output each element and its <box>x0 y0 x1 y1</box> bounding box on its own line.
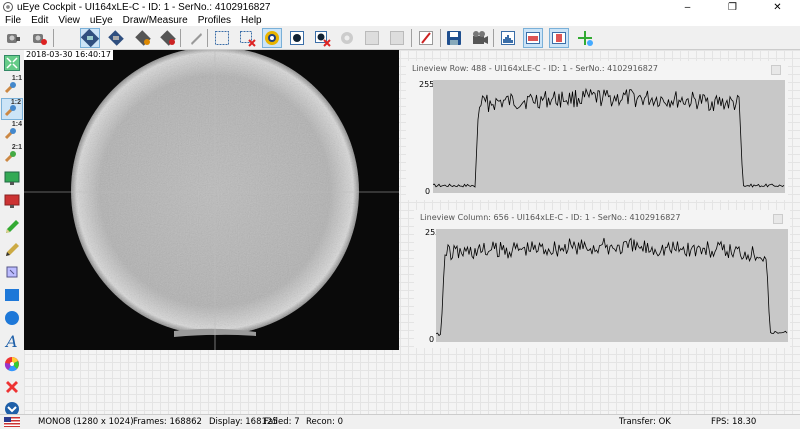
lineview-row-title: Lineview Row: 488 - UI164xLE-C - ID: 1 -… <box>412 64 659 73</box>
close-camera-icon[interactable] <box>29 28 49 48</box>
lineview-column-title: Lineview Column: 656 - UI164xLE-C - ID: … <box>420 213 681 222</box>
lineview-column-ymin: 0 <box>429 335 435 344</box>
display-red-icon[interactable] <box>1 190 23 212</box>
aoi-icon[interactable] <box>212 28 232 48</box>
zoom-2-1-label: 2:1 <box>11 144 22 151</box>
toolbar-separator <box>207 29 208 47</box>
menu-profiles[interactable]: Profiles <box>193 15 236 26</box>
settings-disabled-icon[interactable] <box>337 28 357 48</box>
lineview-column-close-button[interactable] <box>773 214 783 224</box>
status-bar: MONO8 (1280 x 1024) Frames: 168862 Displ… <box>0 414 800 429</box>
lineview-row-ymax: 255 <box>419 80 435 89</box>
status-failed: Failed: 7 <box>264 417 300 427</box>
zoom-1-4-button[interactable]: 1:4 <box>1 121 23 143</box>
snap-icon[interactable] <box>133 28 153 48</box>
pencil-icon[interactable] <box>1 238 23 260</box>
draw-toolbar: 1:1 1:2 1:4 2:1 A <box>0 50 24 416</box>
toolbar-separator <box>53 29 54 47</box>
menu-view[interactable]: View <box>53 15 85 26</box>
lineview-row-ymin: 0 <box>425 187 431 196</box>
zoom-2-1-button[interactable]: 2:1 <box>1 144 23 166</box>
menu-help[interactable]: Help <box>236 15 267 26</box>
record-icon[interactable] <box>158 28 178 48</box>
close-button[interactable]: ✕ <box>755 0 800 14</box>
menu-edit[interactable]: Edit <box>26 15 53 26</box>
grid-disabled-icon[interactable] <box>362 28 382 48</box>
ellipse-icon[interactable] <box>1 307 23 329</box>
zoom-1-4-label: 1:4 <box>11 121 22 128</box>
app-icon <box>3 2 13 12</box>
display-icon[interactable] <box>1 167 23 189</box>
pen-icon[interactable] <box>1 215 23 237</box>
freeze-icon[interactable] <box>106 28 126 48</box>
text-icon[interactable]: A <box>1 330 23 352</box>
maximize-button[interactable]: ❐ <box>710 0 755 14</box>
menu-file[interactable]: File <box>0 15 26 26</box>
edit-icon[interactable] <box>416 28 436 48</box>
add-icon[interactable] <box>575 28 595 48</box>
lineview-column-trace <box>435 237 788 337</box>
toolbar-separator <box>180 29 181 47</box>
status-frames: Frames: 168862 <box>133 417 202 427</box>
zoom-1-2-label: 1:2 <box>10 99 21 106</box>
toolbar-separator <box>493 29 494 47</box>
rectangle-icon[interactable] <box>1 284 23 306</box>
window-title: uEye Cockpit - UI164xLE-C - ID: 1 - SerN… <box>17 1 271 13</box>
menu-draw-measure[interactable]: Draw/Measure <box>118 15 193 26</box>
lineview-column-plot <box>435 229 788 342</box>
live-icon[interactable] <box>80 28 100 48</box>
eraser-icon[interactable] <box>1 261 23 283</box>
lineview-row-trace <box>432 87 785 188</box>
toolbar-separator <box>411 29 412 47</box>
toolbar <box>0 26 800 50</box>
lineview-row-close-button[interactable] <box>771 65 781 75</box>
menu-bar: File Edit View uEye Draw/Measure Profile… <box>0 14 800 26</box>
hotpixel-icon[interactable] <box>287 28 307 48</box>
overlay-disabled-icon[interactable] <box>387 28 407 48</box>
camera-image-view[interactable]: 2018-03-30 16:40:17 <box>24 50 399 350</box>
color-picker-icon[interactable] <box>1 353 23 375</box>
lineview-column-panel: Lineview Column: 656 - UI164xLE-C - ID: … <box>414 210 790 348</box>
open-camera-icon[interactable] <box>3 28 23 48</box>
status-transfer: Transfer: OK <box>619 417 671 427</box>
zoom-1-1-button[interactable]: 1:1 <box>1 75 23 97</box>
video-icon[interactable] <box>470 28 490 48</box>
zoom-1-1-label: 1:1 <box>11 75 22 82</box>
delete-drawing-icon[interactable] <box>1 376 23 398</box>
camera-settings-icon[interactable] <box>262 28 282 48</box>
aoi-delete-icon[interactable] <box>237 28 257 48</box>
save-icon[interactable] <box>444 28 464 48</box>
status-format: MONO8 (1280 x 1024) <box>38 417 134 427</box>
zoom-fit-button[interactable] <box>1 52 23 74</box>
lineview-column-icon[interactable] <box>549 28 569 48</box>
lineview-row-icon[interactable] <box>523 28 543 48</box>
lineview-row-panel: Lineview Row: 488 - UI164xLE-C - ID: 1 -… <box>406 61 788 200</box>
window-controls: – ❐ ✕ <box>665 0 800 14</box>
svg-text:A: A <box>4 332 18 350</box>
status-recon: Recon: 0 <box>306 417 343 427</box>
language-flag-icon[interactable] <box>4 417 20 427</box>
zoom-1-2-button[interactable]: 1:2 <box>1 98 23 120</box>
toolbar-separator <box>440 29 441 47</box>
hotpixel-delete-icon[interactable] <box>312 28 332 48</box>
image-timestamp: 2018-03-30 16:40:17 <box>24 50 113 60</box>
menu-ueye[interactable]: uEye <box>85 15 118 26</box>
title-bar: uEye Cockpit - UI164xLE-C - ID: 1 - SerN… <box>0 0 800 14</box>
camera-image <box>24 50 399 350</box>
properties-icon[interactable] <box>186 28 206 48</box>
status-fps: FPS: 18.30 <box>711 417 757 427</box>
minimize-button[interactable]: – <box>665 0 710 14</box>
histogram-icon[interactable] <box>498 28 518 48</box>
lineview-row-plot <box>432 80 785 193</box>
